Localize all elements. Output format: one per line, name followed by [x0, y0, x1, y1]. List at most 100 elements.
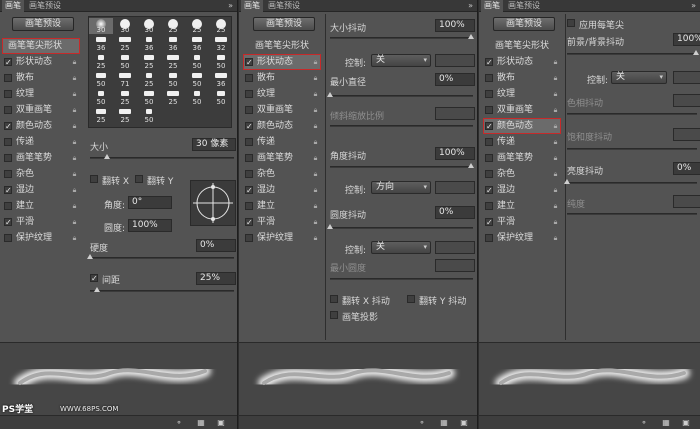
checkbox[interactable]	[485, 138, 493, 146]
hardness-slider[interactable]	[87, 254, 234, 259]
toggle-bristle-icon[interactable]: ⚬	[417, 418, 427, 427]
brush-preset-cell[interactable]: 50	[161, 72, 185, 88]
brush-preset-cell[interactable]: 50	[89, 90, 113, 106]
brush-preset-cell[interactable]: 50	[137, 108, 161, 124]
slider-thumb[interactable]	[327, 224, 333, 229]
checkbox[interactable]: ✓	[245, 186, 253, 195]
lock-icon[interactable]: 🔒︎	[552, 186, 559, 194]
list-item-noise[interactable]: 杂色 🔒︎	[483, 166, 561, 182]
checkbox[interactable]: ✓	[485, 58, 493, 67]
spacing-checkbox[interactable]: ✓	[90, 274, 98, 283]
list-item-transfer[interactable]: 传递 🔒︎	[243, 134, 321, 150]
checkbox[interactable]: ✓	[4, 218, 12, 227]
slider-thumb[interactable]	[468, 163, 474, 168]
list-item-brush-pose[interactable]: 画笔笔势 🔒︎	[483, 150, 561, 166]
lock-icon[interactable]: 🔒︎	[312, 170, 319, 178]
slider-thumb[interactable]	[87, 254, 93, 259]
lock-icon[interactable]: 🔒︎	[312, 218, 319, 226]
brush-preset-cell[interactable]: 25	[161, 90, 185, 106]
spacing-field[interactable]: 25%	[196, 272, 236, 285]
lock-icon[interactable]: 🔒︎	[71, 186, 78, 194]
brush-preset-cell[interactable]: 36	[185, 36, 209, 52]
checkbox[interactable]: ✓	[485, 186, 493, 195]
lock-icon[interactable]: 🔒︎	[312, 122, 319, 130]
checkbox[interactable]	[4, 154, 12, 162]
roundness-field[interactable]: 100%	[128, 219, 172, 232]
brush-preset-cell[interactable]: 71	[113, 72, 137, 88]
lock-icon[interactable]: 🔒︎	[312, 234, 319, 242]
checkbox[interactable]	[245, 74, 253, 82]
apply-per-tip-checkbox[interactable]	[567, 19, 575, 27]
brush-preset-cell[interactable]: 25	[161, 54, 185, 70]
angle-jitter-field[interactable]: 100%	[435, 147, 475, 160]
lock-icon[interactable]: 🔒︎	[71, 202, 78, 210]
lock-icon[interactable]: 🔒︎	[552, 154, 559, 162]
toggle-bristle-icon[interactable]: ⚬	[174, 418, 184, 427]
control-select-1[interactable]: 关 ▾	[371, 54, 431, 67]
panel-menu-icon[interactable]: »	[691, 0, 696, 12]
slider-thumb[interactable]	[104, 154, 110, 159]
slider-thumb[interactable]	[468, 34, 474, 39]
checkbox[interactable]	[245, 90, 253, 98]
list-item-scattering[interactable]: 散布 🔒︎	[2, 70, 80, 86]
list-item-color-dynamics[interactable]: ✓ 颜色动态 🔒︎	[243, 118, 321, 134]
checkbox[interactable]	[485, 202, 493, 210]
brush-preset-cell[interactable]: 25	[137, 72, 161, 88]
lock-icon[interactable]: 🔒︎	[552, 58, 559, 66]
grid-view-icon[interactable]: ▦	[196, 418, 206, 427]
lock-icon[interactable]: 🔒︎	[312, 154, 319, 162]
new-preset-icon[interactable]: ▣	[459, 418, 469, 427]
list-item-scattering[interactable]: 散布 🔒︎	[483, 70, 561, 86]
checkbox[interactable]	[485, 74, 493, 82]
size-slider[interactable]	[90, 154, 234, 159]
lock-icon[interactable]: 🔒︎	[312, 106, 319, 114]
brush-preset-cell[interactable]: 50	[185, 54, 209, 70]
lock-icon[interactable]: 🔒︎	[312, 90, 319, 98]
brush-preset-cell[interactable]: 36	[161, 36, 185, 52]
brush-preset-cell[interactable]: 25	[113, 90, 137, 106]
list-item-protect-texture[interactable]: 保护纹理 🔒︎	[2, 230, 80, 246]
brush-preset-cell[interactable]: 30	[137, 18, 161, 34]
list-item-dual-brush[interactable]: 双重画笔 🔒︎	[2, 102, 80, 118]
lock-icon[interactable]: 🔒︎	[552, 202, 559, 210]
checkbox[interactable]	[245, 154, 253, 162]
list-item-wet-edges[interactable]: ✓ 湿边 🔒︎	[483, 182, 561, 198]
list-item-wet-edges[interactable]: ✓ 湿边 🔒︎	[243, 182, 321, 198]
lock-icon[interactable]: 🔒︎	[552, 170, 559, 178]
checkbox[interactable]	[4, 90, 12, 98]
lock-icon[interactable]: 🔒︎	[312, 58, 319, 66]
brush-preset-cell[interactable]: 25	[89, 108, 113, 124]
brush-presets-button[interactable]: 画笔预设	[493, 17, 555, 31]
checkbox[interactable]	[4, 234, 12, 242]
brush-preset-cell[interactable]: 25	[185, 18, 209, 34]
brush-preset-cell[interactable]: 25	[161, 18, 185, 34]
tab-brush-presets[interactable]: 画笔预设	[505, 0, 543, 12]
panel-menu-icon[interactable]: »	[468, 0, 473, 12]
list-item-build-up[interactable]: 建立 🔒︎	[2, 198, 80, 214]
toggle-bristle-icon[interactable]: ⚬	[639, 418, 649, 427]
list-item-dual-brush[interactable]: 双重画笔 🔒︎	[483, 102, 561, 118]
angle-jitter-slider[interactable]	[330, 163, 474, 168]
brush-preset-cell[interactable]: 50	[113, 54, 137, 70]
lock-icon[interactable]: 🔒︎	[552, 234, 559, 242]
list-item-transfer[interactable]: 传递 🔒︎	[2, 134, 80, 150]
list-item-shape-dynamics[interactable]: ✓ 形状动态 🔒︎	[2, 54, 80, 70]
brush-preset-cell[interactable]: 50	[209, 90, 233, 106]
size-jitter-field[interactable]: 100%	[435, 19, 475, 32]
brightness-jitter-slider[interactable]	[564, 179, 697, 184]
tab-brush-presets[interactable]: 画笔预设	[26, 0, 64, 12]
new-preset-icon[interactable]: ▣	[681, 418, 691, 427]
fg-bg-jitter-field[interactable]: 100%	[673, 33, 700, 46]
brush-preset-cell[interactable]: 32	[209, 36, 233, 52]
tab-brush[interactable]: 画笔	[481, 0, 503, 12]
checkbox[interactable]	[485, 90, 493, 98]
checkbox[interactable]	[485, 106, 493, 114]
list-item-dual-brush[interactable]: 双重画笔 🔒︎	[243, 102, 321, 118]
list-item-shape-dynamics[interactable]: ✓ 形状动态 🔒︎	[243, 54, 321, 70]
angle-roundness-widget[interactable]	[190, 180, 236, 226]
size-field[interactable]: 30 像素	[192, 138, 236, 151]
checkbox[interactable]	[245, 106, 253, 114]
checkbox[interactable]	[4, 202, 12, 210]
brush-preset-cell[interactable]: 25	[137, 54, 161, 70]
lock-icon[interactable]: 🔒︎	[71, 154, 78, 162]
